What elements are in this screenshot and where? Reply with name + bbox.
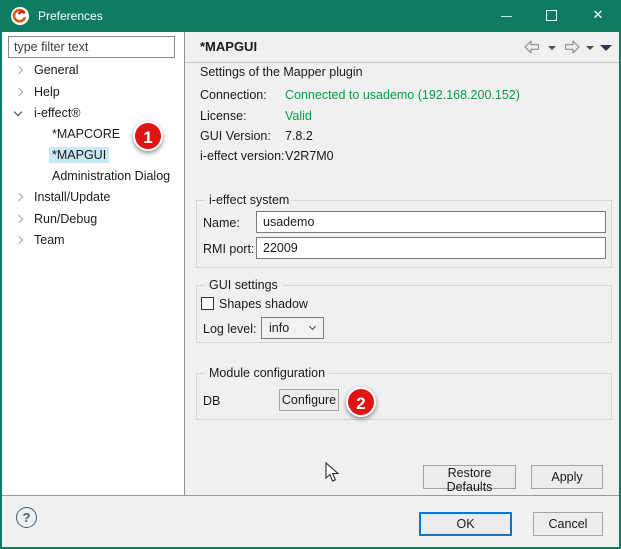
- shapes-shadow-checkbox[interactable]: [201, 297, 214, 310]
- back-history-dropdown-icon[interactable]: [548, 46, 556, 50]
- preferences-sidebar: General Help i-effect® *MAPCORE *MAPGUI …: [2, 32, 184, 495]
- preferences-tree: General Help i-effect® *MAPCORE *MAPGUI …: [2, 32, 184, 495]
- configure-button[interactable]: Configure: [279, 389, 339, 411]
- ok-button[interactable]: OK: [419, 512, 512, 536]
- gui-version-row: GUI Version: 7.8.2: [200, 128, 271, 144]
- db-label: DB: [203, 393, 220, 409]
- close-button[interactable]: ✕: [575, 0, 621, 32]
- tree-item-mapgui[interactable]: *MAPGUI: [49, 146, 109, 164]
- dialog-button-bar: ? OK Cancel: [2, 496, 619, 547]
- forward-history-dropdown-icon[interactable]: [586, 46, 594, 50]
- log-level-label: Log level:: [203, 321, 257, 337]
- maximize-icon: [546, 10, 557, 21]
- i-effect-version-row: i-effect version: V2R7M0: [200, 148, 285, 164]
- group-legend: GUI settings: [205, 278, 282, 293]
- chevron-right-icon[interactable]: [15, 88, 23, 96]
- close-icon: ✕: [593, 7, 604, 22]
- i-effect-version-value: V2R7M0: [285, 148, 334, 164]
- module-configuration-group: Module configuration DB Configure: [196, 373, 612, 420]
- chevron-right-icon[interactable]: [15, 215, 23, 223]
- connection-row: Connection: Connected to usademo (192.16…: [200, 87, 267, 103]
- forward-arrow-icon[interactable]: [562, 40, 580, 54]
- tree-item-help[interactable]: Help: [31, 83, 63, 101]
- view-menu-icon[interactable]: [600, 45, 612, 51]
- tree-item-install-update[interactable]: Install/Update: [31, 188, 113, 206]
- license-status: Valid: [285, 108, 312, 124]
- tree-item-mapcore[interactable]: *MAPCORE: [49, 125, 123, 143]
- page-title: *MAPGUI: [200, 32, 257, 62]
- mouse-cursor: [325, 462, 340, 483]
- header-separator: [185, 62, 619, 63]
- minimize-icon: [501, 16, 512, 17]
- title-bar: Preferences ✕: [0, 0, 621, 32]
- minimize-button[interactable]: [483, 0, 529, 32]
- tree-item-administration-dialog[interactable]: Administration Dialog: [49, 167, 173, 185]
- restore-defaults-button[interactable]: Restore Defaults: [423, 465, 516, 489]
- window-title: Preferences: [38, 0, 103, 32]
- page-header: *MAPGUI: [185, 32, 619, 62]
- preferences-dialog: Preferences ✕ General Help i-effect® *MA…: [0, 0, 621, 549]
- history-nav: [524, 40, 612, 54]
- combo-chevron-down-icon: [309, 323, 316, 330]
- log-level-value: info: [269, 321, 289, 335]
- group-legend: Module configuration: [205, 366, 329, 381]
- chevron-right-icon[interactable]: [15, 236, 23, 244]
- gui-version-value: 7.8.2: [285, 128, 313, 144]
- tree-item-i-effect[interactable]: i-effect®: [31, 104, 84, 122]
- plugin-description: Settings of the Mapper plugin: [200, 65, 363, 79]
- name-field[interactable]: [256, 211, 606, 233]
- apply-button[interactable]: Apply: [531, 465, 603, 489]
- annotation-badge-2: 2: [346, 387, 376, 417]
- annotation-badge-1: 1: [133, 121, 163, 151]
- name-label: Name:: [203, 215, 240, 231]
- app-logo-icon: [11, 7, 29, 25]
- cancel-button[interactable]: Cancel: [533, 512, 603, 536]
- i-effect-system-group: i-effect system Name: RMI port:: [196, 200, 612, 268]
- settings-panel: *MAPGUI Settings of the Mapper plugin Co…: [185, 32, 619, 495]
- back-arrow-icon[interactable]: [524, 40, 542, 54]
- group-legend: i-effect system: [205, 193, 293, 208]
- maximize-button[interactable]: [529, 0, 575, 32]
- gui-settings-group: GUI settings Shapes shadow Log level: in…: [196, 285, 612, 343]
- rmi-port-label: RMI port:: [203, 241, 254, 257]
- connection-status: Connected to usademo (192.168.200.152): [285, 87, 520, 103]
- shapes-shadow-label: Shapes shadow: [219, 296, 308, 312]
- tree-item-run-debug[interactable]: Run/Debug: [31, 210, 100, 228]
- log-level-select[interactable]: info: [261, 317, 324, 339]
- license-row: License: Valid: [200, 108, 247, 124]
- chevron-right-icon[interactable]: [15, 193, 23, 201]
- rmi-port-field[interactable]: [256, 237, 606, 259]
- tree-item-team[interactable]: Team: [31, 231, 68, 249]
- help-icon[interactable]: ?: [16, 507, 37, 528]
- tree-item-general[interactable]: General: [31, 61, 81, 79]
- chevron-down-icon[interactable]: [14, 108, 22, 116]
- chevron-right-icon[interactable]: [15, 66, 23, 74]
